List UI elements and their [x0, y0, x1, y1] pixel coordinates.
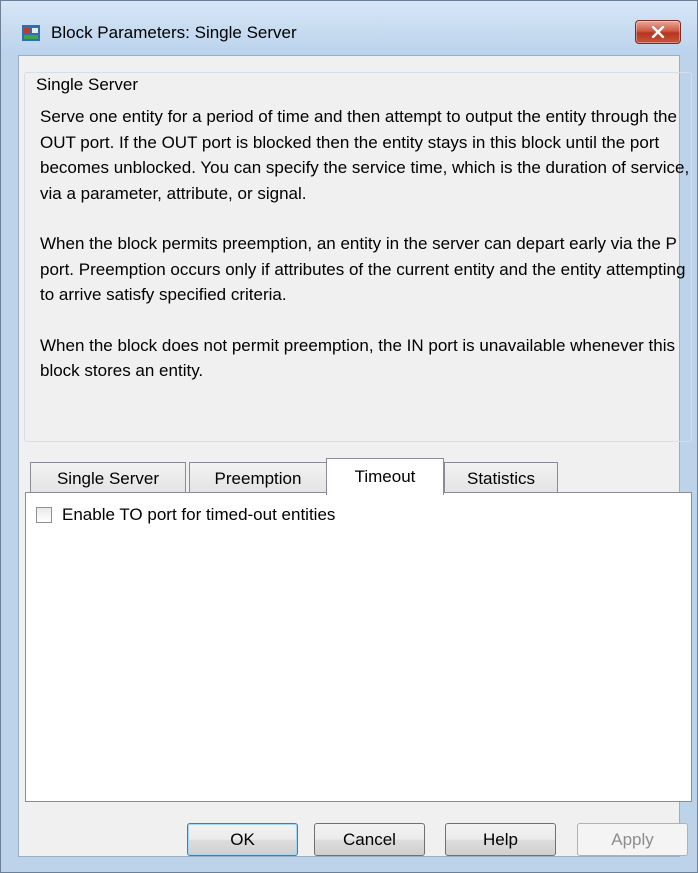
window-title: Block Parameters: Single Server — [51, 23, 297, 42]
close-button[interactable] — [635, 20, 681, 44]
block-parameters-dialog: Block Parameters: Single Server Single S… — [0, 0, 698, 873]
close-x-icon — [651, 26, 665, 38]
tab-label: Statistics — [466, 468, 536, 488]
tab-label: Preemption — [214, 468, 302, 488]
cancel-button[interactable]: Cancel — [314, 823, 425, 856]
enable-to-port-option[interactable]: Enable TO port for timed-out entities — [36, 505, 335, 525]
apply-button[interactable]: Apply — [577, 823, 688, 856]
tab-statistics[interactable]: Statistics — [444, 462, 558, 494]
title-bar[interactable]: Block Parameters: Single Server — [1, 1, 697, 55]
simulink-block-icon — [22, 25, 40, 41]
group-legend: Single Server — [32, 75, 143, 95]
help-button-label: Help — [483, 829, 518, 849]
tab-timeout[interactable]: Timeout — [326, 458, 444, 495]
block-description: Serve one entity for a period of time an… — [40, 104, 690, 409]
tab-label: Single Server — [56, 468, 160, 488]
description-paragraph: When the block permits preemption, an en… — [40, 234, 686, 304]
ok-button[interactable]: OK — [187, 823, 298, 856]
description-paragraph: When the block does not permit preemptio… — [40, 335, 676, 381]
apply-button-label: Apply — [611, 829, 654, 849]
description-paragraph: Serve one entity for a period of time an… — [40, 107, 690, 203]
description-group: Single Server Serve one entity for a per… — [24, 72, 692, 442]
enable-to-port-label[interactable]: Enable TO port for timed-out entities — [62, 505, 335, 525]
tab-single-server[interactable]: Single Server — [30, 462, 186, 494]
tab-preemption[interactable]: Preemption — [189, 462, 327, 494]
timeout-tab-panel: Enable TO port for timed-out entities — [25, 492, 692, 802]
enable-to-port-checkbox[interactable] — [36, 507, 52, 523]
tab-label: Timeout — [354, 467, 416, 486]
help-button[interactable]: Help — [445, 823, 556, 856]
cancel-button-label: Cancel — [343, 829, 396, 849]
ok-button-label: OK — [230, 829, 255, 849]
